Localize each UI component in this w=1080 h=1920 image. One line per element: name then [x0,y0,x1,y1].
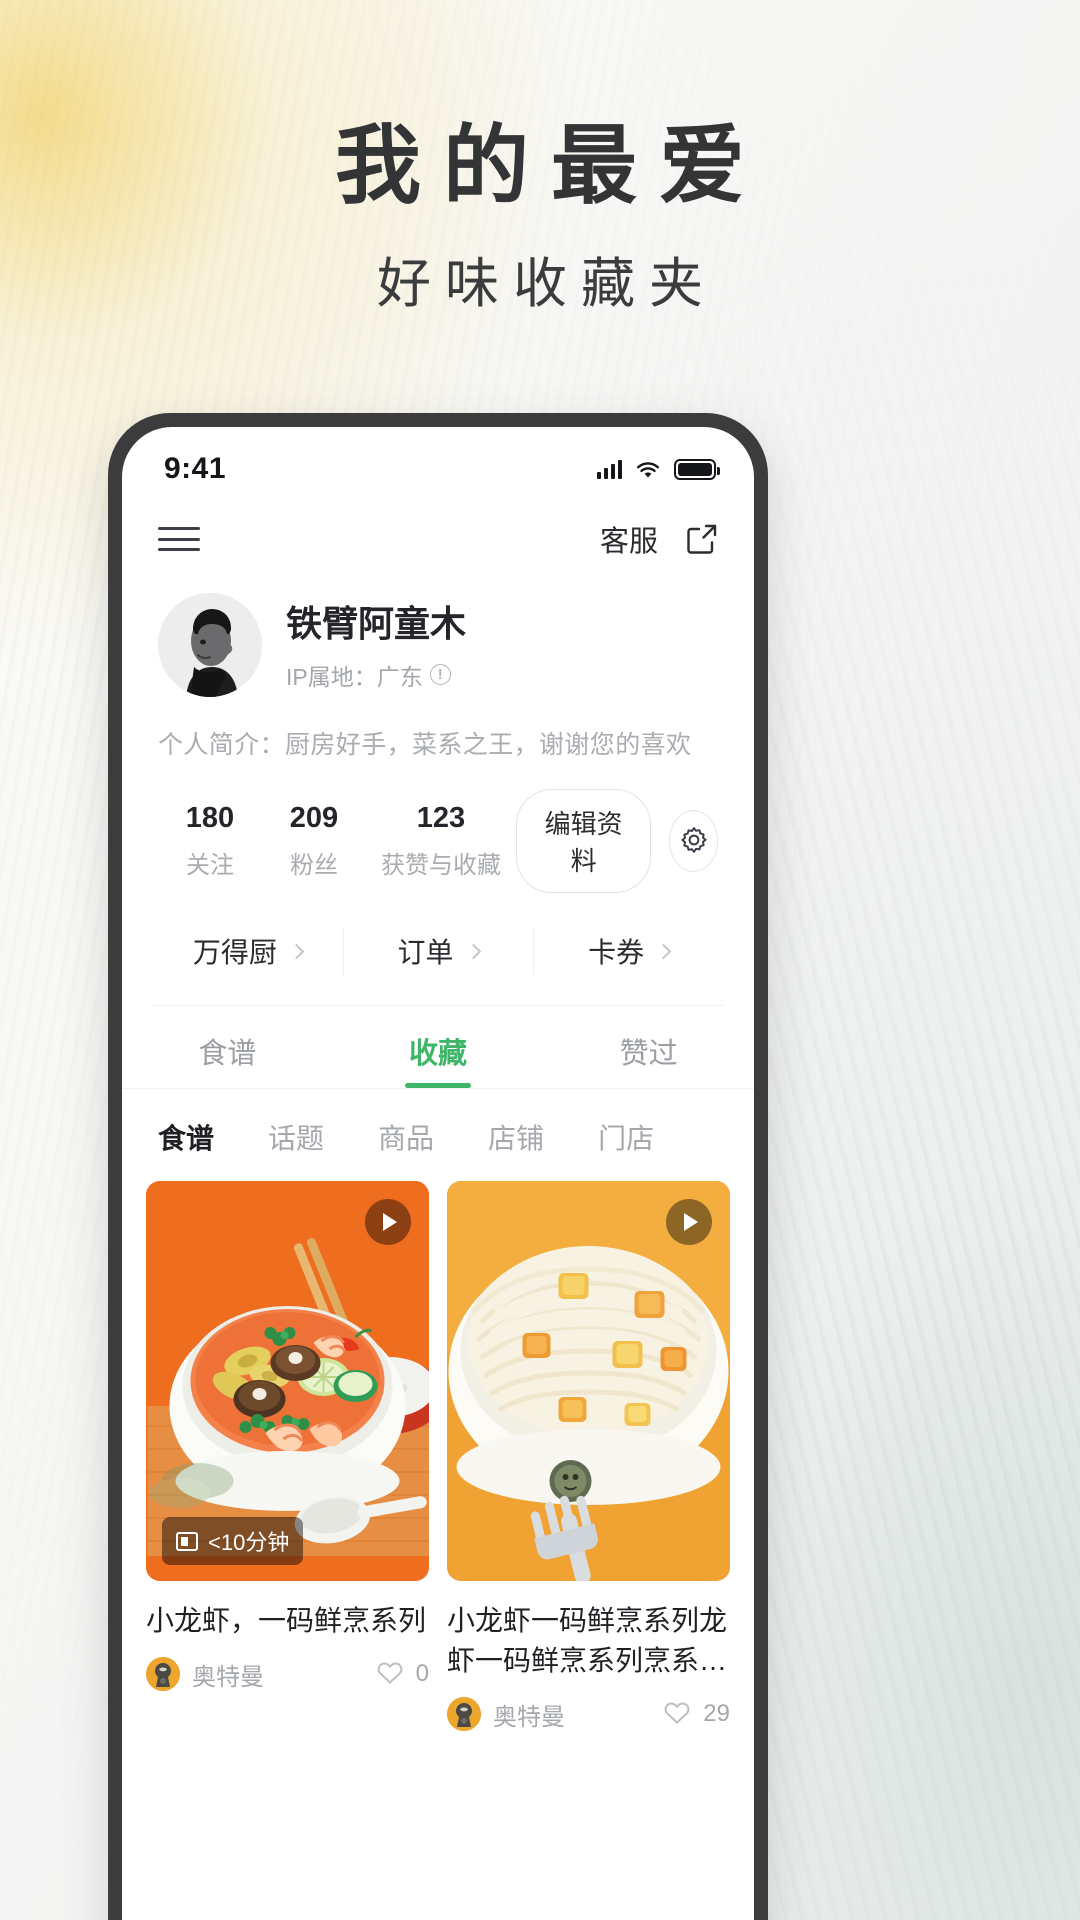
edit-profile-button[interactable]: 编辑资料 [516,789,652,893]
wifi-icon [635,460,661,479]
profile-name: 铁臂阿童木 [286,603,467,645]
stat-likes-collections[interactable]: 123 获赞与收藏 [366,802,516,880]
profile-bio: 个人简介：厨房好手，菜系之王，谢谢您的喜欢 [158,731,692,759]
collection-card-grid: <10分钟 小龙虾，一码鲜烹系列 奥特曼 0 小龙虾一码鲜烹系列龙虾一码鲜烹系列… [122,1181,754,1732]
profile-stats-row: 180 关注 209 粉丝 123 获赞与收藏 编辑资料 [158,789,718,893]
hamburger-menu-icon[interactable] [158,524,200,554]
chevron-right-icon [465,943,481,959]
recipe-thumbnail[interactable]: <10分钟 [146,1181,429,1581]
heart-icon [663,1699,691,1730]
like-count: 29 [703,1700,730,1727]
subtab-topics[interactable]: 话题 [268,1117,324,1157]
app-nav-bar: 客服 [122,501,754,577]
customer-service-button[interactable]: 客服 [600,518,658,560]
collection-subtabs: 食谱 话题 商品 店铺 门店 [122,1089,754,1181]
chevron-right-icon [288,943,305,959]
card-title: 小龙虾，一码鲜烹系列 [146,1605,427,1636]
gear-icon [679,825,709,858]
recipe-card[interactable]: 小龙虾一码鲜烹系列龙虾一码鲜烹系列烹系… 奥特曼 29 [447,1181,730,1732]
card-author[interactable]: 奥特曼 [146,1657,264,1692]
duration-badge: <10分钟 [162,1517,304,1565]
like-count: 0 [415,1660,429,1688]
stat-value: 209 [289,802,339,834]
duration-text: <10分钟 [208,1530,290,1555]
subtab-stores[interactable]: 门店 [598,1117,654,1157]
author-name: 奥特曼 [192,1663,264,1691]
video-clip-icon [176,1531,198,1551]
author-name: 奥特曼 [493,1703,565,1731]
stat-label: 关注 [186,852,234,879]
profile-ip-text: IP属地：广东 [286,663,423,690]
card-footer: 奥特曼 0 [146,1657,429,1692]
profile-section: 铁臂阿童木 IP属地：广东 ! 个人简介：厨房好手，菜系之王，谢谢您的喜欢 18… [122,577,754,893]
play-icon[interactable] [666,1199,712,1245]
like-control[interactable]: 0 [376,1659,429,1690]
share-external-icon[interactable] [684,521,720,557]
stat-label: 获赞与收藏 [381,852,501,879]
card-author[interactable]: 奥特曼 [447,1697,565,1732]
stat-label: 粉丝 [290,852,338,879]
nav-right-group: 客服 [600,518,720,560]
recipe-card[interactable]: <10分钟 小龙虾，一码鲜烹系列 奥特曼 0 [146,1181,429,1732]
quick-link-coupons[interactable]: 卡券 [533,923,724,979]
avatar[interactable] [158,593,262,697]
quick-link-label: 订单 [397,937,454,968]
card-title: 小龙虾一码鲜烹系列龙虾一码鲜烹系列烹系… [447,1605,728,1676]
settings-button[interactable] [669,810,718,872]
quick-link-label: 万得厨 [192,937,277,968]
profile-meta: 铁臂阿童木 IP属地：广东 ! [286,598,466,691]
profile-actions: 编辑资料 [516,789,718,893]
subtab-recipes[interactable]: 食谱 [158,1117,214,1157]
poster-headline-group: 我的最爱 好味收藏夹 [0,120,1080,318]
like-control[interactable]: 29 [663,1699,730,1730]
profile-identity-row: 铁臂阿童木 IP属地：广东 ! [158,593,718,697]
status-icon-group [597,458,720,480]
stat-value: 123 [416,802,466,834]
card-footer: 奥特曼 29 [447,1697,730,1732]
quick-link-wandechu[interactable]: 万得厨 [152,923,343,979]
quick-link-orders[interactable]: 订单 [342,923,534,979]
quick-link-label: 卡券 [588,937,645,968]
tab-liked[interactable]: 赞过 [543,1030,754,1088]
phone-mockup: 9:41 客服 铁臂阿童木 IP属地：广东 ! 个人简介：厨房好手，菜系之王，谢… [108,413,768,1920]
stat-following[interactable]: 180 关注 [158,802,262,880]
tab-recipes[interactable]: 食谱 [122,1030,333,1088]
tab-collections[interactable]: 收藏 [333,1030,544,1088]
stat-value: 180 [185,802,235,834]
battery-full-icon [674,458,720,480]
stats-group: 180 关注 209 粉丝 123 获赞与收藏 [158,802,516,880]
poster-subheadline: 好味收藏夹 [377,253,717,314]
quick-links-row: 万得厨 订单 卡券 [152,923,724,1006]
stat-followers[interactable]: 209 粉丝 [262,802,366,880]
profile-ip-location: IP属地：广东 ! [286,658,466,692]
status-bar: 9:41 [122,427,754,501]
chevron-right-icon [655,943,672,959]
author-avatar [447,1697,481,1731]
recipe-thumbnail[interactable] [447,1181,730,1581]
info-circle-icon[interactable]: ! [429,664,451,686]
author-avatar [146,1657,180,1692]
poster-headline: 我的最爱 [335,118,767,214]
subtab-products[interactable]: 商品 [378,1117,434,1157]
play-icon[interactable] [365,1199,411,1245]
subtab-shops[interactable]: 店铺 [488,1117,544,1157]
status-time: 9:41 [164,452,227,485]
phone-screen: 9:41 客服 铁臂阿童木 IP属地：广东 ! 个人简介：厨房好手，菜系之王，谢… [122,427,754,1920]
signal-bars-icon [597,459,622,479]
content-tabs: 食谱 收藏 赞过 [122,1006,754,1089]
heart-icon [376,1659,404,1690]
